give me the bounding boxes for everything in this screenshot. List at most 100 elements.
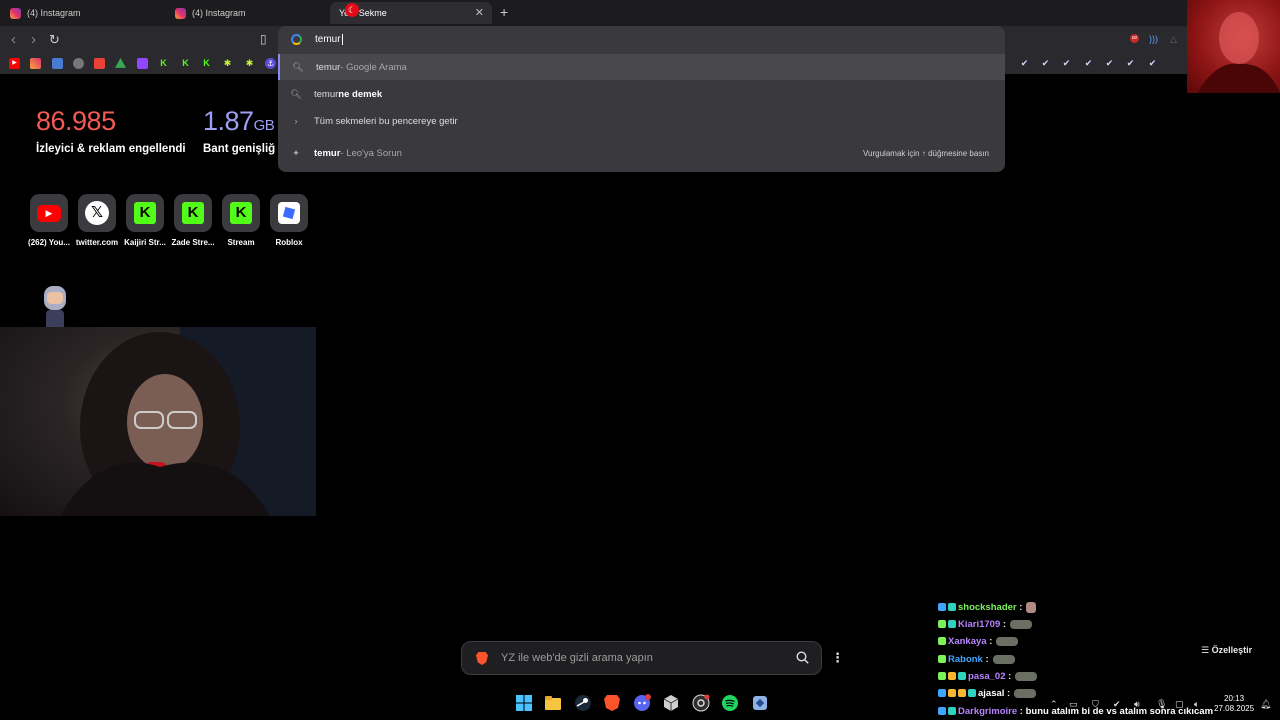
windows-start-icon[interactable] bbox=[515, 694, 533, 712]
clock-date: 27.08.2025 bbox=[1214, 704, 1255, 713]
instagram-icon[interactable] bbox=[30, 58, 41, 69]
reload-icon[interactable]: ↻ bbox=[49, 32, 60, 48]
chat-badge-icon bbox=[938, 672, 946, 680]
suggestion-completion: ne demek bbox=[338, 88, 383, 100]
emote-icon bbox=[1026, 601, 1037, 613]
tray-chevron-up-icon[interactable]: ⌃ bbox=[1050, 699, 1058, 710]
suggestion-suffix: - Leo'ya Sorun bbox=[340, 147, 402, 159]
ublock-icon[interactable]: uo bbox=[1130, 34, 1139, 43]
speaker-icon[interactable]: 🔊︎ bbox=[1134, 699, 1140, 710]
tab-instagram-2[interactable]: (4) Instagram bbox=[165, 2, 330, 24]
portrait-overlay-image bbox=[1187, 0, 1280, 93]
bandwidth-number: 1.87 bbox=[203, 106, 254, 136]
steam-check-icon[interactable]: ✔ bbox=[1125, 58, 1136, 69]
microphone-icon[interactable]: 🎙︎ bbox=[1156, 699, 1167, 710]
steam-check-icon[interactable]: ✔ bbox=[1040, 58, 1051, 69]
back-arrow-icon[interactable]: ‹ bbox=[11, 31, 16, 48]
steam-icon[interactable] bbox=[574, 694, 592, 712]
obs-icon[interactable] bbox=[692, 694, 710, 712]
spotify-icon[interactable] bbox=[721, 694, 739, 712]
brave-logo-icon bbox=[476, 652, 488, 665]
shortcut-kaijiri[interactable]: K bbox=[126, 194, 164, 232]
steam-check-icon[interactable]: ✔ bbox=[1083, 58, 1094, 69]
network-icon[interactable]: ▢ bbox=[1175, 699, 1184, 710]
shortcut-twitter[interactable]: 𝕏 bbox=[78, 194, 116, 232]
shortcut-roblox[interactable] bbox=[270, 194, 308, 232]
gmail-icon[interactable] bbox=[94, 58, 105, 69]
puzzle-icon[interactable]: ✱ bbox=[222, 58, 233, 69]
shortcut-stream[interactable]: K bbox=[222, 194, 260, 232]
chat-username: shockshader bbox=[958, 601, 1017, 613]
shortcut-zade[interactable]: K bbox=[174, 194, 212, 232]
chat-badge-icon bbox=[948, 672, 956, 680]
brave-browser-icon[interactable] bbox=[603, 694, 621, 712]
file-explorer-icon[interactable] bbox=[544, 694, 562, 712]
translate-icon[interactable] bbox=[52, 58, 63, 69]
shield-icon[interactable]: ⛉ bbox=[1092, 699, 1099, 710]
chat-message: Kiari1709 : bbox=[938, 616, 1033, 632]
suggestion-ask-leo[interactable]: ✦ temur - Leo'ya Sorun Vurgulamak için ↑… bbox=[278, 140, 1005, 166]
google-drive-icon[interactable] bbox=[115, 58, 126, 68]
chat-badge-icon bbox=[938, 689, 946, 697]
portrait-silhouette bbox=[1197, 12, 1280, 93]
forward-arrow-icon[interactable]: › bbox=[31, 31, 36, 48]
shortcut-label: Roblox bbox=[275, 238, 303, 247]
chat-badge-icon bbox=[958, 689, 966, 697]
battery-icon[interactable]: ▭ bbox=[1069, 699, 1078, 710]
close-icon[interactable]: ✕ bbox=[475, 6, 484, 19]
private-search-placeholder: YZ ile web'de gizli arama yapın bbox=[501, 652, 653, 664]
anchor-icon[interactable]: ⚓ bbox=[265, 58, 276, 69]
tab-instagram-1[interactable]: (4) Instagram bbox=[0, 2, 165, 24]
roblox-icon bbox=[278, 202, 300, 224]
youtube-icon[interactable]: ▶ bbox=[9, 58, 20, 69]
kick-icon: K bbox=[230, 202, 252, 224]
private-search-box[interactable]: YZ ile web'de gizli arama yapın bbox=[461, 641, 822, 675]
text-caret bbox=[341, 34, 343, 45]
shortcut-youtube[interactable]: ▶ bbox=[30, 194, 68, 232]
steam-check-icon[interactable]: ✔ bbox=[1019, 58, 1030, 69]
kick-icon[interactable]: K bbox=[201, 58, 212, 69]
globe-icon[interactable] bbox=[73, 58, 84, 69]
streamer-silhouette bbox=[60, 327, 316, 516]
more-options-icon[interactable]: ⋮ bbox=[831, 650, 844, 666]
puzzle-icon[interactable]: ✱ bbox=[244, 58, 255, 69]
webcam-overlay bbox=[0, 327, 316, 516]
wifi-extension-icon[interactable]: ))) bbox=[1149, 34, 1158, 44]
network-app-icon[interactable] bbox=[751, 694, 769, 712]
brave-rewards-icon[interactable]: △ bbox=[1170, 34, 1177, 45]
discord-icon[interactable] bbox=[633, 694, 651, 712]
kick-icon: K bbox=[182, 202, 204, 224]
taskbar-clock[interactable]: 20:13 27.08.2025 bbox=[1214, 694, 1254, 714]
address-bar[interactable]: temur bbox=[278, 26, 1005, 54]
steam-check-icon[interactable]: ✔ bbox=[1147, 58, 1158, 69]
search-icon[interactable] bbox=[796, 651, 809, 664]
customize-button[interactable]: ☰ Özelleştir bbox=[1201, 645, 1252, 656]
bookmark-icon[interactable]: ▯ bbox=[260, 32, 267, 46]
suggestion-hint: Vurgulamak için ↑ düğmesine basın bbox=[863, 148, 989, 158]
app-cube-icon[interactable] bbox=[662, 694, 680, 712]
suggestion-ne-demek[interactable]: 🔍︎ temur ne demek bbox=[278, 81, 1005, 107]
suggestion-label: Tüm sekmeleri bu pencereye getir bbox=[314, 115, 458, 127]
kick-icon[interactable]: K bbox=[180, 58, 191, 69]
chat-badge-icon bbox=[948, 620, 956, 628]
twitch-icon[interactable] bbox=[137, 58, 148, 69]
search-icon: 🔍︎ bbox=[292, 61, 304, 72]
sliders-icon: ☰ bbox=[1201, 645, 1212, 655]
address-input[interactable]: temur bbox=[315, 34, 343, 45]
new-tab-plus-icon[interactable]: + bbox=[500, 4, 508, 20]
steam-check-icon[interactable]: ✔ bbox=[1061, 58, 1072, 69]
shortcut-label: Kaijiri Str... bbox=[124, 238, 166, 247]
notification-icon[interactable]: 🔔︎ bbox=[1260, 699, 1271, 710]
emote-icon bbox=[1010, 619, 1033, 629]
emote-icon bbox=[1015, 671, 1038, 681]
emote-icon bbox=[992, 654, 1015, 664]
volume-icon[interactable]: 🔈︎ bbox=[1194, 699, 1199, 710]
chat-badge-icon bbox=[958, 672, 966, 680]
chat-username: ajasal bbox=[978, 687, 1005, 699]
steam-tray-icon[interactable]: ✔ bbox=[1113, 699, 1121, 710]
tab-strip: (4) Instagram (4) Instagram Yeni Sekme ✕… bbox=[0, 0, 1280, 26]
steam-check-icon[interactable]: ✔ bbox=[1104, 58, 1115, 69]
suggestion-gather-tabs[interactable]: › Tüm sekmeleri bu pencereye getir bbox=[278, 108, 1005, 134]
kick-icon[interactable]: K bbox=[158, 58, 169, 69]
suggestion-google-search[interactable]: 🔍︎ temur - Google Arama bbox=[278, 54, 1005, 80]
